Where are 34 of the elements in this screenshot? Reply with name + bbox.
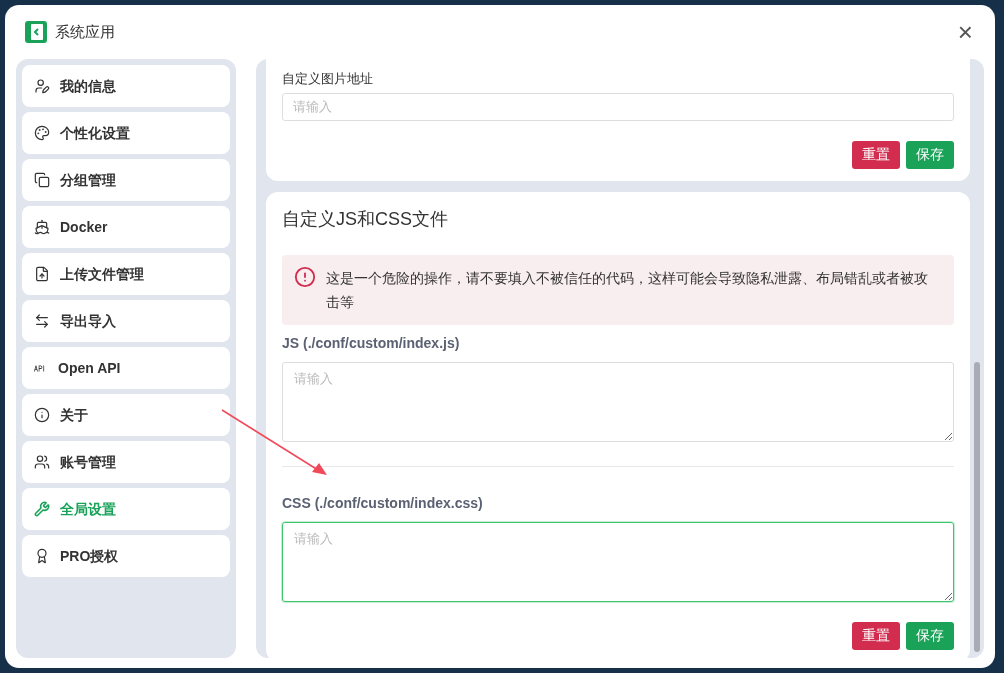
sidebar-item[interactable]: 上传文件管理 [22, 253, 230, 295]
sidebar-item[interactable]: 导出导入 [22, 300, 230, 342]
info-icon [34, 407, 50, 423]
field-label: JS (./conf/custom/index.js) [282, 333, 461, 353]
reset-button[interactable]: 重置 [852, 621, 900, 650]
file-upload-icon [34, 266, 50, 282]
reset-button[interactable]: 重置 [852, 140, 900, 169]
arrows-icon [34, 313, 50, 329]
sidebar-item[interactable]: 关于 [22, 394, 230, 436]
users-icon [34, 454, 50, 470]
sidebar-item[interactable]: Docker [22, 206, 230, 248]
sidebar-item[interactable]: 分组管理 [22, 159, 230, 201]
sidebar-item[interactable]: 个性化设置 [22, 112, 230, 154]
card-title: 自定义JS和CSS文件 [282, 207, 450, 231]
award-icon [34, 548, 50, 564]
alert-text: 这是一个危险的操作，请不要填入不被信任的代码，这样可能会导致隐私泄露、布局错乱或者被攻击等 [326, 268, 929, 312]
field-label: 自定义图片地址 [282, 70, 374, 88]
sidebar-item[interactable]: Open API [22, 347, 230, 389]
code-textarea[interactable]: 请输入 [282, 521, 954, 602]
user-edit-icon [34, 78, 50, 94]
sidebar-item[interactable]: 我的信息 [22, 65, 230, 107]
wrench-icon [34, 501, 50, 517]
alert-icon [294, 265, 316, 288]
image-url-field[interactable]: 请输入 [282, 92, 954, 121]
code-textarea[interactable]: 请输入 [282, 361, 954, 442]
close-button[interactable]: × [957, 19, 973, 45]
field-label: CSS (./conf/custom/index.css) [282, 493, 484, 513]
copy-icon [34, 172, 50, 188]
ship-icon [34, 219, 50, 235]
window-title: 系统应用 [55, 21, 115, 42]
sidebar-item[interactable]: PRO授权 [22, 535, 230, 577]
app-logo-icon [25, 21, 47, 43]
palette-icon [34, 125, 50, 141]
sidebar-item[interactable]: 账号管理 [22, 441, 230, 483]
